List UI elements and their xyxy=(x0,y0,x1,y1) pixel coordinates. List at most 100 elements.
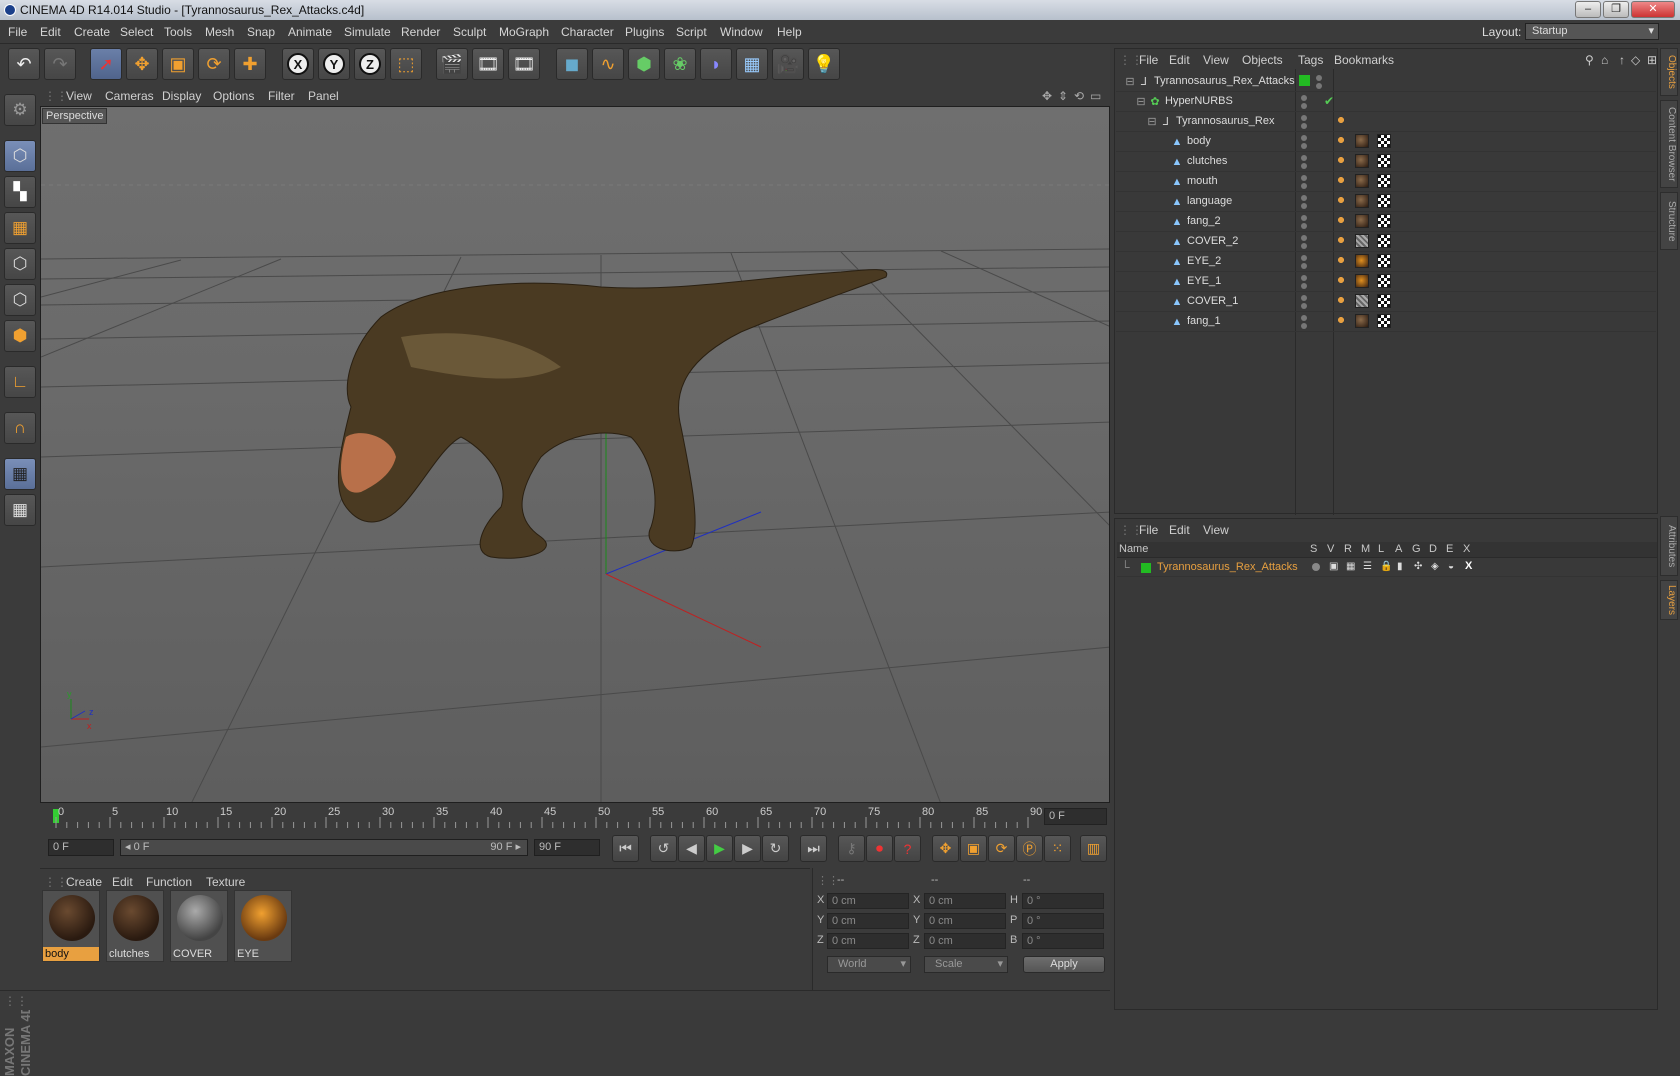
size-y-field[interactable]: 0 cm xyxy=(924,913,1006,929)
menu-script[interactable]: Script xyxy=(676,25,707,39)
layers-menu-edit[interactable]: Edit xyxy=(1169,523,1190,537)
make-editable-button[interactable]: ⚙ xyxy=(4,94,36,126)
objects-menu-file[interactable]: File xyxy=(1139,53,1158,67)
render-toggle-icon[interactable]: ▦ xyxy=(1346,561,1355,572)
menu-tools[interactable]: Tools xyxy=(164,25,192,39)
object-row[interactable]: ▲ EYE_2 xyxy=(1116,252,1656,272)
previous-key-button[interactable]: ↺ xyxy=(650,835,677,862)
phong-tag-icon[interactable] xyxy=(1336,155,1346,165)
texture-tag-icon[interactable] xyxy=(1355,214,1369,228)
key-pla-button[interactable]: ⁙ xyxy=(1044,835,1071,862)
menu-simulate[interactable]: Simulate xyxy=(344,25,391,39)
move-button[interactable]: ✥ xyxy=(126,48,158,80)
object-name[interactable]: fang_1 xyxy=(1187,315,1221,327)
editor-visibility-dot[interactable] xyxy=(1301,115,1307,121)
uvw-tag-icon[interactable] xyxy=(1377,214,1391,228)
timeline-window-button[interactable]: ▥ xyxy=(1080,835,1107,862)
rotate-button[interactable]: ⟳ xyxy=(198,48,230,80)
layer-col-l[interactable]: L xyxy=(1378,543,1384,555)
add-nurbs-button[interactable]: ⬢ xyxy=(628,48,660,80)
rot-h-field[interactable]: 0 ° xyxy=(1022,893,1104,909)
object-row[interactable]: ▲ COVER_1 xyxy=(1116,292,1656,312)
solo-toggle-icon[interactable] xyxy=(1312,563,1320,571)
editor-visibility-dot[interactable] xyxy=(1301,275,1307,281)
y-axis-lock-button[interactable]: Y xyxy=(318,48,350,80)
object-row[interactable]: ▲ body xyxy=(1116,132,1656,152)
edges-mode-button[interactable]: ⬡ xyxy=(4,284,36,316)
layer-name[interactable]: Tyrannosaurus_Rex_Attacks xyxy=(1157,561,1298,573)
texture-tag-icon[interactable] xyxy=(1355,154,1369,168)
preview-range-slider[interactable]: ◂ 0 F 90 F ▸ xyxy=(120,839,528,856)
phong-tag-icon[interactable] xyxy=(1336,295,1346,305)
phong-tag-icon[interactable] xyxy=(1336,115,1346,125)
menu-animate[interactable]: Animate xyxy=(288,25,332,39)
material-body[interactable]: body xyxy=(42,890,100,962)
object-name[interactable]: body xyxy=(1187,135,1211,147)
phong-tag-icon[interactable] xyxy=(1336,255,1346,265)
rot-p-field[interactable]: 0 ° xyxy=(1022,913,1104,929)
editor-visibility-dot[interactable] xyxy=(1301,315,1307,321)
current-frame-field[interactable]: 0 F xyxy=(1044,808,1107,825)
home-icon[interactable]: ⌂ xyxy=(1601,53,1608,67)
uvw-tag-icon[interactable] xyxy=(1377,134,1391,148)
phong-tag-icon[interactable] xyxy=(1336,135,1346,145)
phong-tag-icon[interactable] xyxy=(1336,175,1346,185)
undo-button[interactable]: ↶ xyxy=(8,48,40,80)
menu-character[interactable]: Character xyxy=(561,25,614,39)
render-visibility-dot[interactable] xyxy=(1301,103,1307,109)
redo-button[interactable]: ↷ xyxy=(44,48,76,80)
xref-toggle-icon[interactable]: X xyxy=(1465,560,1472,572)
menu-sculpt[interactable]: Sculpt xyxy=(453,25,486,39)
material-clutches[interactable]: clutches xyxy=(106,890,164,962)
collapse-toggle-icon[interactable]: ⊟ xyxy=(1146,116,1158,128)
key-parameter-button[interactable]: Ⓟ xyxy=(1016,835,1043,862)
object-name[interactable]: EYE_2 xyxy=(1187,255,1221,267)
polygons-mode-button[interactable]: ⬢ xyxy=(4,320,36,352)
tab-objects[interactable]: Objects xyxy=(1660,48,1678,96)
x-axis-lock-button[interactable]: X xyxy=(282,48,314,80)
recent-tools-button[interactable]: ✚ xyxy=(234,48,266,80)
render-visibility-dot[interactable] xyxy=(1301,163,1307,169)
editor-visibility-dot[interactable] xyxy=(1301,95,1307,101)
pos-z-field[interactable]: 0 cm xyxy=(827,933,909,949)
render-visibility-dot[interactable] xyxy=(1301,143,1307,149)
pos-y-field[interactable]: 0 cm xyxy=(827,913,909,929)
workplane-mode-button[interactable]: ▦ xyxy=(4,212,36,244)
visibility-icon[interactable]: ◇ xyxy=(1631,53,1640,67)
layer-col-a[interactable]: A xyxy=(1395,543,1402,555)
material-eye[interactable]: EYE xyxy=(234,890,292,962)
menu-snap[interactable]: Snap xyxy=(247,25,275,39)
generators-toggle-icon[interactable]: ✣ xyxy=(1414,561,1422,572)
expressions-toggle-icon[interactable]: ◒ xyxy=(1448,561,1454,572)
add-spline-button[interactable]: ∿ xyxy=(592,48,624,80)
axis-mode-button[interactable]: ∟ xyxy=(4,366,36,398)
z-axis-lock-button[interactable]: Z xyxy=(354,48,386,80)
transform-mode-select[interactable]: Scale ▾ xyxy=(924,956,1008,973)
add-camera-button[interactable]: 🎥 xyxy=(772,48,804,80)
object-name[interactable]: HyperNURBS xyxy=(1165,95,1233,107)
phong-tag-icon[interactable] xyxy=(1336,215,1346,225)
material-menu-function[interactable]: Function xyxy=(146,875,192,889)
texture-tag-icon[interactable] xyxy=(1355,234,1369,248)
coordinate-mode-select[interactable]: World ▾ xyxy=(827,956,911,973)
object-name[interactable]: COVER_1 xyxy=(1187,295,1238,307)
key-rotation-button[interactable]: ⟳ xyxy=(988,835,1015,862)
material-menu-create[interactable]: Create xyxy=(66,875,102,889)
texture-tag-icon[interactable] xyxy=(1355,314,1369,328)
object-row[interactable]: ▲ language xyxy=(1116,192,1656,212)
layers-menu-file[interactable]: File xyxy=(1139,523,1158,537)
object-row[interactable]: ▲ EYE_1 xyxy=(1116,272,1656,292)
go-to-end-button[interactable]: ⏭ xyxy=(800,835,827,862)
tab-attributes[interactable]: Attributes xyxy=(1660,516,1678,576)
view-toggle-icon[interactable]: ▣ xyxy=(1329,561,1338,572)
object-name[interactable]: EYE_1 xyxy=(1187,275,1221,287)
collapse-toggle-icon[interactable]: ⊟ xyxy=(1135,96,1147,108)
tab-layers[interactable]: Layers xyxy=(1660,580,1678,620)
previous-frame-button[interactable]: ◀ xyxy=(678,835,705,862)
record-keys-button[interactable]: ⚷ xyxy=(838,835,865,862)
pos-x-field[interactable]: 0 cm xyxy=(827,893,909,909)
render-visibility-dot[interactable] xyxy=(1301,243,1307,249)
object-row[interactable]: ⊟ ⅃ Tyrannosaurus_Rex_Attacks xyxy=(1116,72,1656,92)
close-button[interactable]: ✕ xyxy=(1631,1,1675,18)
menu-mograph[interactable]: MoGraph xyxy=(499,25,549,39)
